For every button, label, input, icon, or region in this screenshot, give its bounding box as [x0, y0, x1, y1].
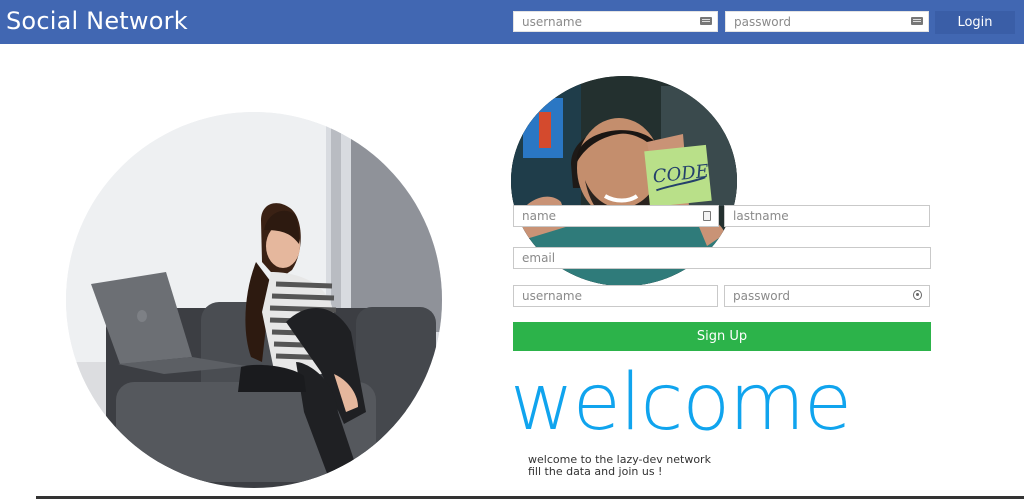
- top-navigation-bar: Social Network Login: [0, 0, 1024, 44]
- email-input[interactable]: [513, 247, 931, 269]
- sign-up-button[interactable]: Sign Up: [513, 322, 931, 351]
- password-visibility-icon[interactable]: [913, 290, 922, 300]
- autofill-key-icon[interactable]: [700, 17, 712, 25]
- first-name-input[interactable]: [513, 205, 719, 227]
- welcome-heading: welcome: [510, 358, 852, 448]
- signup-password-input[interactable]: [724, 285, 930, 307]
- login-username-input[interactable]: [513, 11, 718, 32]
- contact-card-icon[interactable]: [703, 211, 711, 221]
- brand-title: Social Network: [6, 7, 188, 35]
- autofill-key-icon[interactable]: [911, 17, 923, 25]
- login-password-input[interactable]: [725, 11, 929, 32]
- woman-photo-illustration: [66, 112, 442, 488]
- profile-photo-woman: [66, 112, 442, 488]
- login-button[interactable]: Login: [935, 11, 1015, 34]
- welcome-subtitle-line2: fill the data and join us !: [528, 465, 663, 478]
- last-name-input[interactable]: [724, 205, 930, 227]
- signup-username-input[interactable]: [513, 285, 718, 307]
